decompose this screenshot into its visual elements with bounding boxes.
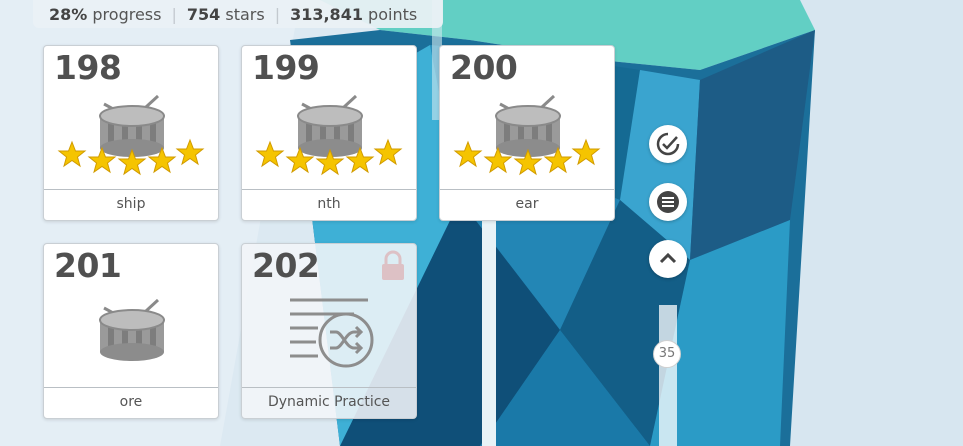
menu-button[interactable]: [649, 183, 687, 221]
star-icon: [57, 140, 87, 168]
check-badge-icon: [656, 132, 680, 156]
menu-icon: [657, 191, 679, 213]
progress-stat: 28% progress: [49, 4, 162, 24]
stats-separator: |: [171, 4, 177, 24]
shuffle-list-icon: [290, 298, 374, 368]
star-icon: [373, 138, 403, 166]
lesson-card[interactable]: 199 nth: [241, 45, 417, 221]
lesson-word: nth: [242, 189, 416, 220]
star-icon: [453, 140, 483, 168]
level-slider-track[interactable]: [659, 305, 677, 446]
drum-icon: [495, 94, 561, 157]
lesson-card[interactable]: 201 ore: [43, 243, 219, 419]
review-button[interactable]: [649, 125, 687, 163]
lesson-card-locked[interactable]: 202 Dynamic Practice: [241, 243, 417, 419]
lesson-word: ship: [44, 189, 218, 220]
lesson-word: Dynamic Practice: [242, 387, 416, 418]
lesson-card[interactable]: 198 ship: [43, 45, 219, 221]
stats-bar: 28% progress | 754 stars | 313,841 point…: [33, 0, 443, 28]
lock-icon: [382, 250, 404, 280]
level-slider-knob[interactable]: 35: [653, 340, 681, 368]
lesson-card[interactable]: 200 ear: [439, 45, 615, 221]
scroll-up-button[interactable]: [649, 240, 687, 278]
star-icon: [571, 138, 601, 166]
stats-separator: |: [274, 4, 281, 24]
lesson-word: ear: [440, 189, 614, 220]
drum-icon: [99, 298, 165, 361]
stars-stat: 754 stars: [186, 4, 265, 24]
lesson-word: ore: [44, 387, 218, 418]
drum-icon: [99, 94, 165, 157]
points-stat: 313,841 points: [290, 4, 418, 24]
drum-icon: [297, 94, 363, 157]
star-icon: [255, 140, 285, 168]
chevron-up-icon: [659, 252, 677, 264]
star-icon: [175, 138, 205, 166]
